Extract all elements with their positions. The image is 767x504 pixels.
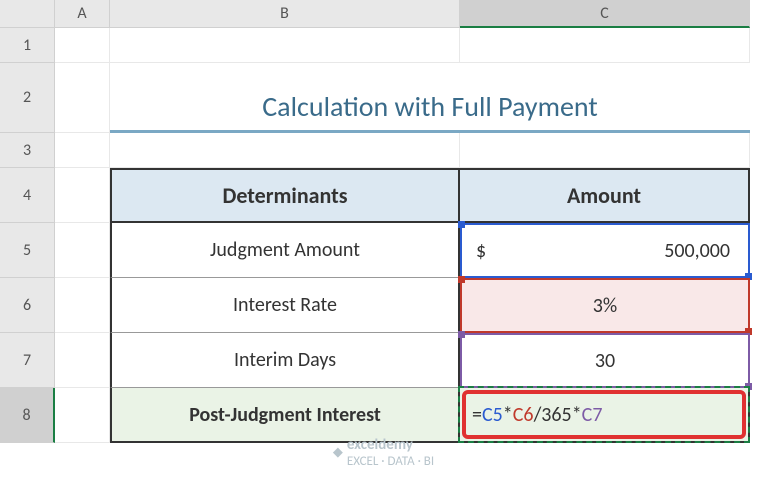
row-header-2[interactable]: 2	[0, 63, 55, 133]
cell-a8[interactable]	[55, 388, 110, 443]
formula-eq: =	[472, 403, 482, 427]
label-days[interactable]: Interim Days	[110, 333, 460, 388]
cell-c6[interactable]: 3%	[460, 278, 750, 333]
row-header-6[interactable]: 6	[0, 278, 55, 333]
cell-a5[interactable]	[55, 223, 110, 278]
judgment-value: 500,000	[664, 239, 730, 263]
formula-ref-c6: C6	[513, 403, 534, 427]
col-header-c[interactable]: C	[460, 0, 750, 28]
row-header-8[interactable]: 8	[0, 388, 55, 443]
col-header-a[interactable]: A	[55, 0, 110, 28]
row-header-5[interactable]: 5	[0, 223, 55, 278]
watermark-icon: ◆	[333, 445, 343, 460]
cell-a2[interactable]	[55, 63, 110, 133]
formula-op2: /365*	[534, 403, 582, 427]
label-pji[interactable]: Post-Judgment Interest	[110, 388, 460, 443]
header-amount[interactable]: Amount	[460, 168, 750, 223]
cell-a7[interactable]	[55, 333, 110, 388]
cell-c8-formula[interactable]: =C5*C6/365*C7	[460, 388, 750, 443]
cell-a4[interactable]	[55, 168, 110, 223]
row-header-3[interactable]: 3	[0, 133, 55, 168]
cell-a6[interactable]	[55, 278, 110, 333]
cell-b1[interactable]	[110, 28, 460, 63]
title-cell[interactable]: Calculation with Full Payment	[110, 63, 750, 133]
select-all-corner[interactable]	[0, 0, 55, 28]
header-determinants[interactable]: Determinants	[110, 168, 460, 223]
row-header-4[interactable]: 4	[0, 168, 55, 223]
cell-c3[interactable]	[460, 133, 750, 168]
col-header-b[interactable]: B	[110, 0, 460, 28]
formula-ref-c5: C5	[482, 403, 503, 427]
cell-a3[interactable]	[55, 133, 110, 168]
cell-a1[interactable]	[55, 28, 110, 63]
watermark-tag: EXCEL · DATA · BI	[347, 454, 434, 469]
row-header-7[interactable]: 7	[0, 333, 55, 388]
cell-c1[interactable]	[460, 28, 750, 63]
cell-c7[interactable]: 30	[460, 333, 750, 388]
cell-b3[interactable]	[110, 133, 460, 168]
formula-ref-c7: C7	[582, 403, 603, 427]
currency-symbol: $	[476, 239, 486, 263]
formula-op1: *	[503, 403, 513, 427]
label-judgment[interactable]: Judgment Amount	[110, 223, 460, 278]
spreadsheet-grid: A B C 1 2 Calculation with Full Payment …	[0, 0, 767, 443]
label-rate[interactable]: Interest Rate	[110, 278, 460, 333]
cell-c5[interactable]: $ 500,000	[460, 223, 750, 278]
row-header-1[interactable]: 1	[0, 28, 55, 63]
